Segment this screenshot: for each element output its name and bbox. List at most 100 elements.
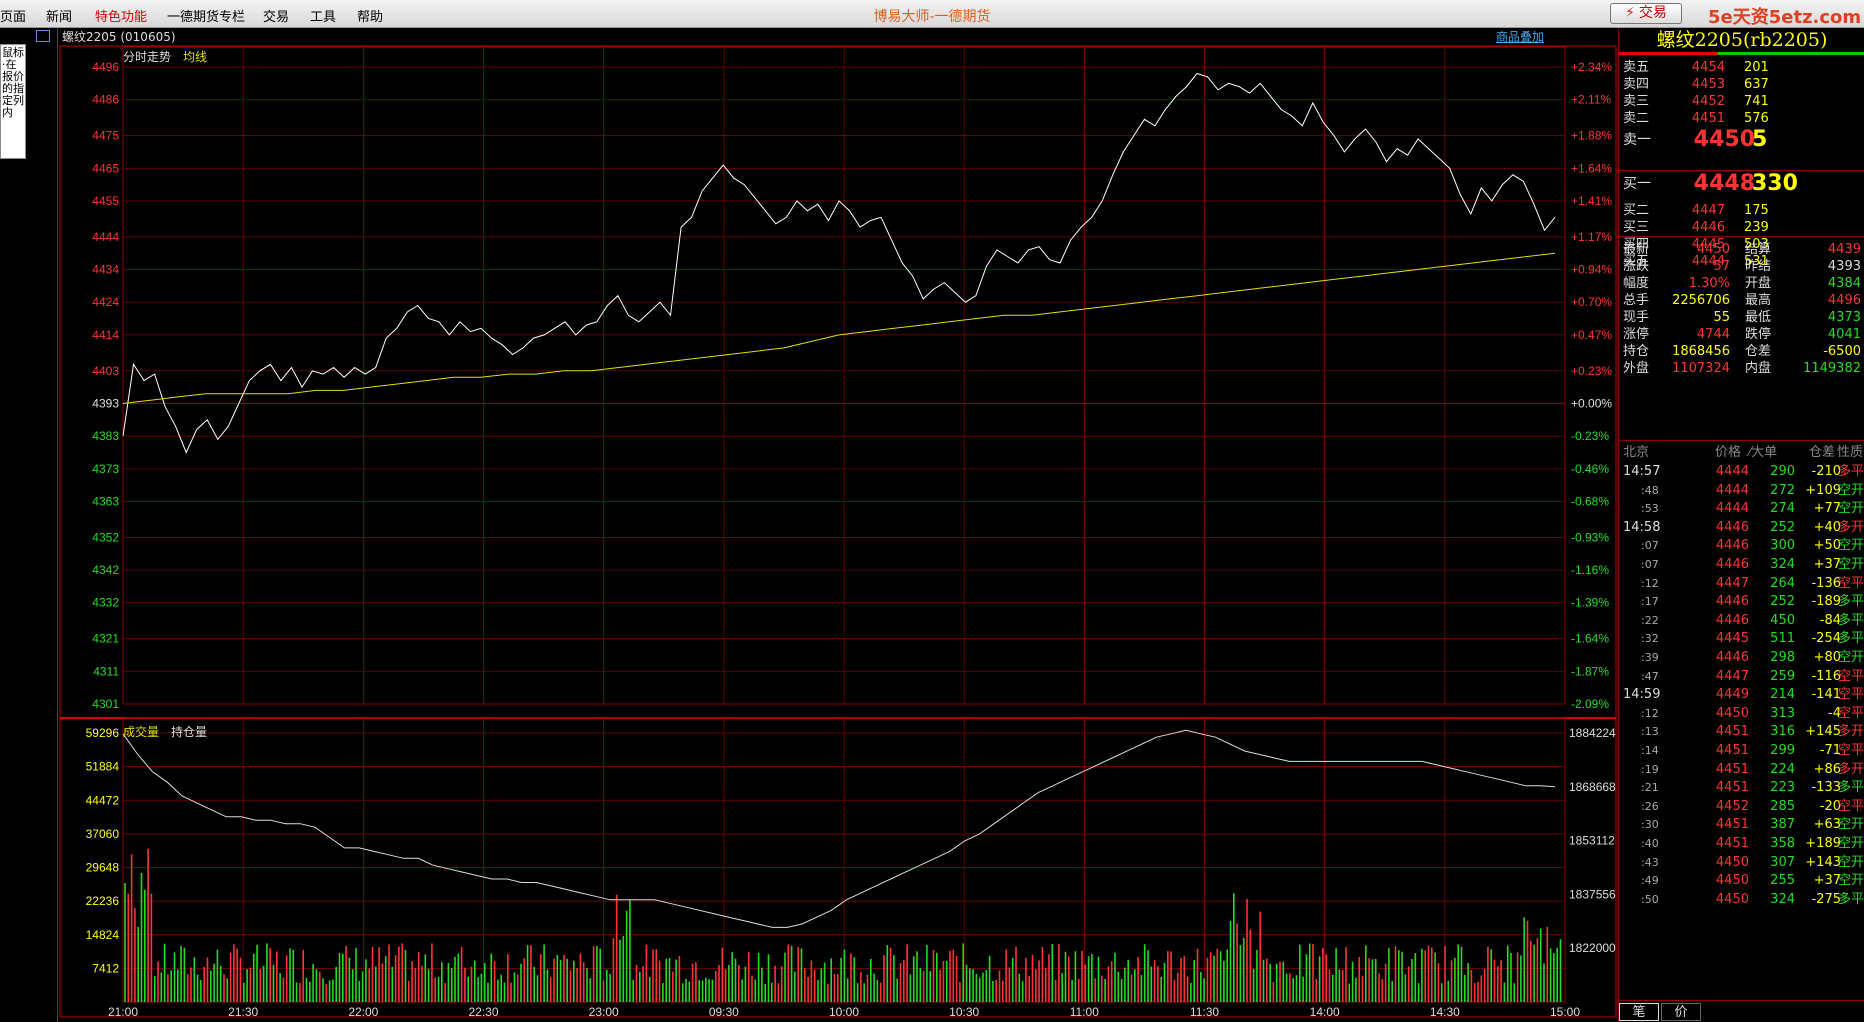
tick-time: :13	[1641, 725, 1659, 739]
tick-oi-change: -141	[1811, 687, 1841, 703]
volume-tick-label: 29648	[86, 861, 120, 875]
tick-row[interactable]: :07 4446 300 +50 空开	[1619, 536, 1864, 556]
trade-button[interactable]: ⚡ 交易	[1610, 3, 1682, 24]
pct-tick-label: +0.47%	[1571, 328, 1612, 342]
tick-row[interactable]: :30 4451 387 +63 空开	[1619, 815, 1864, 835]
y-tick-label: 4444	[92, 230, 119, 244]
tick-oi-change: -116	[1811, 668, 1841, 684]
tick-volume: 259	[1770, 668, 1795, 684]
tick-volume: 274	[1770, 501, 1795, 517]
watermark-logo: 5e天资5etz.com	[1708, 7, 1862, 28]
pct-tick-label: +1.88%	[1571, 129, 1612, 143]
intraday-chart[interactable]: 4496 +2.34% 4486 +2.11% 4475 +1.88% 4465 +1.64%…	[0, 0, 1618, 1022]
tick-oi-change: +86	[1813, 761, 1841, 777]
ask-volume: 576	[1744, 111, 1769, 126]
y-tick-label: 4486	[92, 93, 119, 107]
tick-row[interactable]: :49 4450 255 +37 空开	[1619, 871, 1864, 891]
tick-type: 多开	[1837, 519, 1864, 535]
bid-level-1[interactable]: 买一 4448 330	[1619, 173, 1864, 200]
tick-price: 4450	[1715, 854, 1749, 870]
tick-row[interactable]: :50 4450 324 -275 多平	[1619, 890, 1864, 910]
stat-label: 内盘	[1745, 361, 1772, 376]
tick-oi-change: -210	[1811, 464, 1841, 479]
tick-time: :47	[1641, 669, 1659, 683]
oi-tick-label: 1822000	[1569, 941, 1616, 955]
tick-type: 多平	[1837, 594, 1864, 610]
tick-time: :26	[1641, 799, 1659, 813]
tab-trades[interactable]: 笔	[1619, 1003, 1659, 1021]
ask-level-2[interactable]: 卖二 4451 576	[1619, 109, 1864, 129]
tick-price: 4444	[1715, 482, 1749, 498]
tick-oi-change: +109	[1805, 482, 1841, 498]
tick-volume: 387	[1770, 817, 1795, 833]
oi-tick-label: 1853112	[1569, 834, 1615, 848]
trade-button-label: 交易	[1638, 5, 1667, 21]
volume-tick-label: 22236	[86, 894, 120, 908]
tick-row[interactable]: :40 4451 358 +189 空开	[1619, 834, 1864, 854]
tick-header-vol: ⁄大单	[1749, 445, 1778, 460]
stats-ticks-divider	[1619, 440, 1864, 441]
tick-price: 4446	[1715, 594, 1749, 610]
tick-oi-change: +145	[1805, 724, 1841, 740]
tick-row[interactable]: :19 4451 224 +86 多开	[1619, 760, 1864, 780]
tick-time: :53	[1641, 502, 1659, 516]
tick-row[interactable]: :32 4445 511 -254 多平	[1619, 629, 1864, 649]
tick-time: :19	[1641, 762, 1659, 776]
tick-row[interactable]: :17 4446 252 -189 多平	[1619, 592, 1864, 612]
oi-tick-label: 1884224	[1569, 726, 1616, 740]
tick-volume: 290	[1770, 464, 1795, 479]
tick-row[interactable]: :48 4444 272 +109 空开	[1619, 481, 1864, 501]
tick-type: 空开	[1837, 557, 1864, 572]
tick-oi-change: -4	[1828, 705, 1841, 721]
lightning-icon: ⚡	[1625, 5, 1635, 21]
tick-row[interactable]: :53 4444 274 +77 空开	[1619, 499, 1864, 519]
tick-row[interactable]: :39 4446 298 +80 空开	[1619, 648, 1864, 668]
tick-type: 多平	[1837, 631, 1864, 647]
tick-row[interactable]: 14:57 4444 290 -210 多平	[1619, 462, 1864, 482]
tick-row[interactable]: :22 4446 450 -84 多平	[1619, 611, 1864, 631]
x-tick-label: 21:00	[108, 1005, 138, 1019]
x-tick-label: 14:30	[1430, 1005, 1460, 1019]
tick-row[interactable]: 14:59 4449 214 -141 空平	[1619, 685, 1864, 705]
tick-price: 4444	[1715, 501, 1749, 517]
tick-time: :43	[1641, 855, 1659, 869]
pct-tick-label: -1.16%	[1571, 563, 1609, 577]
open-interest-line	[122, 729, 1556, 928]
tick-row[interactable]: :13 4451 316 +145 多开	[1619, 722, 1864, 742]
pct-tick-label: +1.17%	[1571, 230, 1612, 244]
tick-price: 4451	[1715, 761, 1749, 777]
tick-volume: 255	[1770, 873, 1795, 889]
tick-row[interactable]: 14:58 4446 252 +40 多开	[1619, 518, 1864, 538]
tick-row[interactable]: :12 4447 264 -136 空平	[1619, 574, 1864, 594]
tick-type: 空平	[1837, 687, 1864, 703]
y-tick-label: 4321	[92, 632, 119, 646]
tick-row[interactable]: :07 4446 324 +37 空开	[1619, 555, 1864, 575]
tick-price: 4451	[1715, 817, 1749, 833]
tick-oi-change: -275	[1811, 891, 1841, 907]
tick-oi-change: -71	[1819, 743, 1841, 758]
tick-row[interactable]: :43 4450 307 +143 空开	[1619, 853, 1864, 873]
tick-oi-change: +80	[1813, 650, 1841, 665]
x-tick-label: 10:00	[829, 1005, 859, 1019]
y-tick-label: 4363	[92, 494, 119, 508]
y-tick-label: 4373	[92, 462, 119, 476]
ask-level-1[interactable]: 卖一 4450 5	[1619, 127, 1864, 156]
ask-price: 4450	[1693, 127, 1755, 152]
tick-type: 空开	[1837, 873, 1864, 889]
tick-time: :22	[1641, 613, 1659, 627]
pct-tick-label: +0.94%	[1571, 263, 1612, 277]
tick-row[interactable]: :47 4447 259 -116 空平	[1619, 667, 1864, 687]
tick-price: 4444	[1715, 464, 1749, 479]
tick-type: 空开	[1837, 817, 1864, 833]
tick-oi-change: +77	[1813, 501, 1841, 517]
tick-type: 空开	[1837, 836, 1864, 851]
tick-row[interactable]: :26 4452 285 -20 空平	[1619, 797, 1864, 817]
tick-price: 4450	[1715, 873, 1749, 889]
tick-row[interactable]: :12 4450 313 -4 空平	[1619, 704, 1864, 724]
tick-time: :39	[1641, 651, 1659, 664]
tick-price: 4450	[1715, 891, 1749, 907]
tick-row[interactable]: :21 4451 223 -133 多平	[1619, 778, 1864, 798]
tick-row[interactable]: :14 4451 299 -71 空平	[1619, 741, 1864, 761]
tab-prices[interactable]: 价	[1661, 1003, 1701, 1021]
tick-volume: 511	[1770, 631, 1795, 647]
